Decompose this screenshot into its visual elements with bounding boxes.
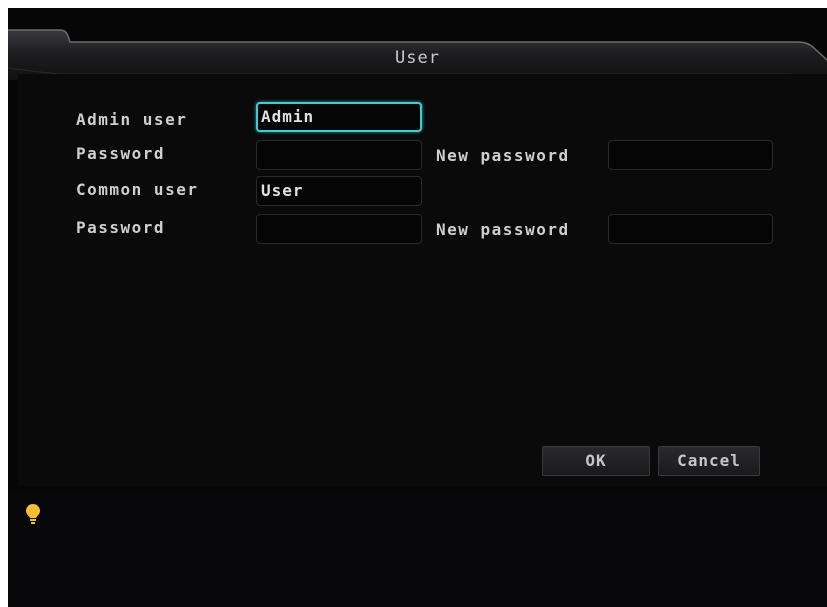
admin-user-field[interactable]: Admin (256, 102, 422, 132)
admin-password-field[interactable] (256, 140, 422, 170)
common-new-password-label: New password (436, 220, 570, 239)
common-password-label: Password (76, 218, 166, 237)
common-password-field[interactable] (256, 214, 422, 244)
title-bar: User (8, 28, 827, 80)
admin-new-password-field[interactable] (608, 140, 773, 170)
dvr-screen: User Admin user Admin Password New passw… (8, 8, 827, 607)
cancel-button[interactable]: Cancel (658, 446, 760, 476)
common-user-field[interactable]: User (256, 176, 422, 206)
page-title: User (395, 48, 440, 68)
lightbulb-icon (26, 504, 40, 524)
common-new-password-field[interactable] (608, 214, 773, 244)
status-footer (8, 493, 827, 607)
admin-new-password-label: New password (436, 146, 570, 165)
admin-user-label: Admin user (76, 110, 188, 129)
user-settings-panel: Admin user Admin Password New password C… (18, 74, 827, 486)
common-user-label: Common user (76, 180, 199, 199)
admin-password-label: Password (76, 144, 166, 163)
ok-button[interactable]: OK (542, 446, 650, 476)
